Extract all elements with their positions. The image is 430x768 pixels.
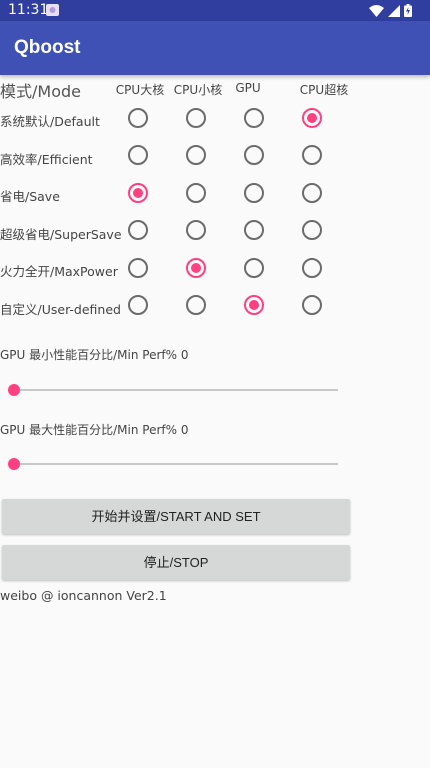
radio-user-defined-cpu-prime[interactable] — [302, 295, 322, 315]
radio-default-gpu[interactable] — [244, 108, 264, 128]
radio-maxpower-cpu-prime[interactable] — [302, 258, 322, 278]
radio-default-cpu-big[interactable] — [128, 108, 148, 128]
gpu-max-perf-thumb[interactable] — [8, 458, 20, 470]
app-title: Qboost — [14, 37, 81, 58]
radio-supersave-cpu-little[interactable] — [186, 220, 206, 240]
radio-user-defined-cpu-little[interactable] — [186, 295, 206, 315]
radio-maxpower-cpu-big[interactable] — [128, 258, 148, 278]
radio-save-gpu[interactable] — [244, 183, 264, 203]
gpu-min-perf-slider[interactable] — [8, 384, 338, 396]
radio-supersave-cpu-prime[interactable] — [302, 220, 322, 240]
radio-user-defined-gpu[interactable] — [244, 295, 264, 315]
mode-title: 模式/Mode — [0, 82, 81, 101]
radio-maxpower-cpu-little[interactable] — [186, 258, 206, 278]
mode-row-label-efficient: 高效率/Efficient — [0, 152, 93, 167]
radio-supersave-cpu-big[interactable] — [128, 220, 148, 240]
gpu-min-perf-label: GPU 最小性能百分比/Min Perf% 0 — [0, 348, 189, 362]
column-header-cpu-prime: CPU超核 — [299, 83, 349, 97]
gpu-min-perf-thumb[interactable] — [8, 384, 20, 396]
radio-efficient-cpu-little[interactable] — [186, 145, 206, 165]
radio-efficient-gpu[interactable] — [244, 145, 264, 165]
battery-icon — [404, 4, 412, 21]
mode-row-label-default: 系统默认/Default — [0, 114, 100, 129]
column-header-gpu: GPU — [235, 81, 261, 95]
gpu-max-perf-slider[interactable] — [8, 458, 338, 470]
radio-maxpower-gpu[interactable] — [244, 258, 264, 278]
mode-row-label-user-defined: 自定义/User-defined — [0, 302, 121, 317]
radio-efficient-cpu-big[interactable] — [128, 145, 148, 165]
mode-row-label-maxpower: 火力全开/MaxPower — [0, 264, 118, 279]
wifi-icon — [369, 4, 384, 21]
status-bar: 11:31 — [0, 0, 430, 21]
app-bar: Qboost — [0, 21, 430, 75]
system-icons — [369, 4, 412, 21]
radio-default-cpu-prime[interactable] — [302, 108, 322, 128]
radio-save-cpu-prime[interactable] — [302, 183, 322, 203]
radio-save-cpu-little[interactable] — [186, 183, 206, 203]
radio-default-cpu-little[interactable] — [186, 108, 206, 128]
gpu-max-perf-label: GPU 最大性能百分比/Min Perf% 0 — [0, 423, 189, 437]
footer-credit: weibo @ ioncannon Ver2.1 — [0, 588, 167, 603]
mode-row-label-save: 省电/Save — [0, 189, 60, 204]
radio-save-cpu-big[interactable] — [128, 183, 148, 203]
radio-supersave-gpu[interactable] — [244, 220, 264, 240]
radio-user-defined-cpu-big[interactable] — [128, 295, 148, 315]
notification-app-icon — [45, 3, 60, 17]
status-time: 11:31 — [8, 2, 49, 18]
mode-row-label-supersave: 超级省电/SuperSave — [0, 227, 122, 242]
stop-button[interactable]: 停止/STOP — [2, 545, 350, 580]
start-and-set-button[interactable]: 开始并设置/START AND SET — [2, 499, 350, 534]
radio-efficient-cpu-prime[interactable] — [302, 145, 322, 165]
cell-signal-icon — [388, 4, 400, 21]
